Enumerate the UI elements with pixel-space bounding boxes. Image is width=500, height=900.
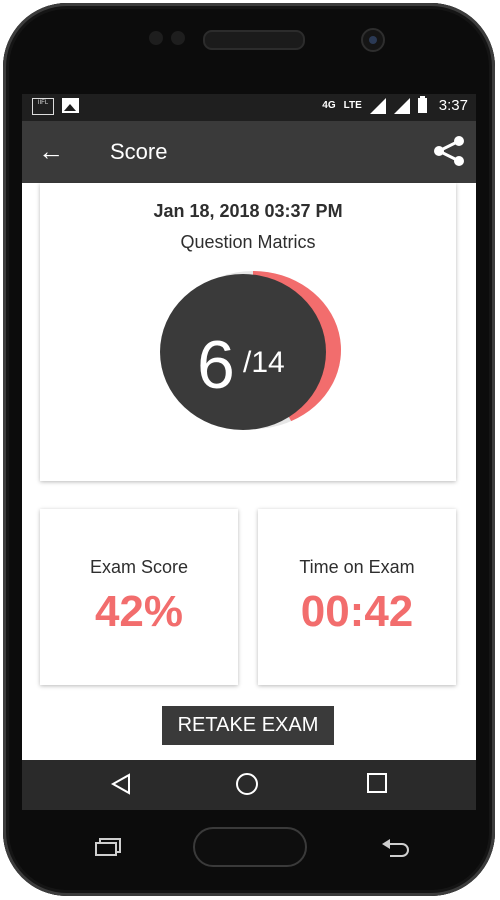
gallery-icon [62,98,79,113]
battery-icon [417,96,427,113]
nav-recent-apps-icon[interactable] [367,773,387,793]
time-on-exam-card: Time on Exam 00:42 [258,509,456,685]
signal-icon [393,97,410,114]
retake-exam-button[interactable]: RETAKE EXAM [162,706,334,745]
hardware-home-button[interactable] [193,827,307,867]
time-on-exam-label: Time on Exam [299,557,415,577]
hardware-recent-apps-icon[interactable] [94,838,122,856]
network-type: 4G [322,100,336,111]
app-bar: ← Score [22,121,476,183]
time-on-exam-value: 00:42 [300,587,414,636]
sensor-dot [171,31,185,45]
question-matrix-card: Jan 18, 2018 03:37 PM Question Matrics 6… [40,183,456,481]
notification-icon: IIFL [32,98,54,115]
earpiece-speaker [203,30,305,50]
sensor-dot [149,31,163,45]
nav-back-icon[interactable] [110,773,132,795]
status-bar: IIFL 4G LTE 3:37 [22,94,476,121]
score-content: Jan 18, 2018 03:37 PM Question Matrics 6… [22,183,476,760]
question-matrix-label: Question Matrics [180,232,316,252]
signal-icon [369,97,386,114]
android-nav-bar [22,760,476,810]
correct-count: 6 [197,327,235,403]
screen: IIFL 4G LTE 3:37 ← Score Jan 18, 2018 03… [22,94,476,810]
exam-score-card: Exam Score 42% [40,509,238,685]
page-title: Score [110,139,168,164]
total-count: /14 [243,346,285,379]
exam-date: Jan 18, 2018 03:37 PM [153,201,343,221]
nav-home-icon[interactable] [236,773,258,795]
share-icon[interactable] [432,135,466,167]
hardware-back-icon[interactable] [380,838,410,858]
lte-label: LTE [343,100,362,111]
status-time: 3:37 [438,97,468,114]
exam-score-label: Exam Score [89,557,189,577]
front-camera [361,28,385,52]
exam-score-value: 42% [94,587,184,636]
arrow-left-icon[interactable]: ← [38,137,66,165]
